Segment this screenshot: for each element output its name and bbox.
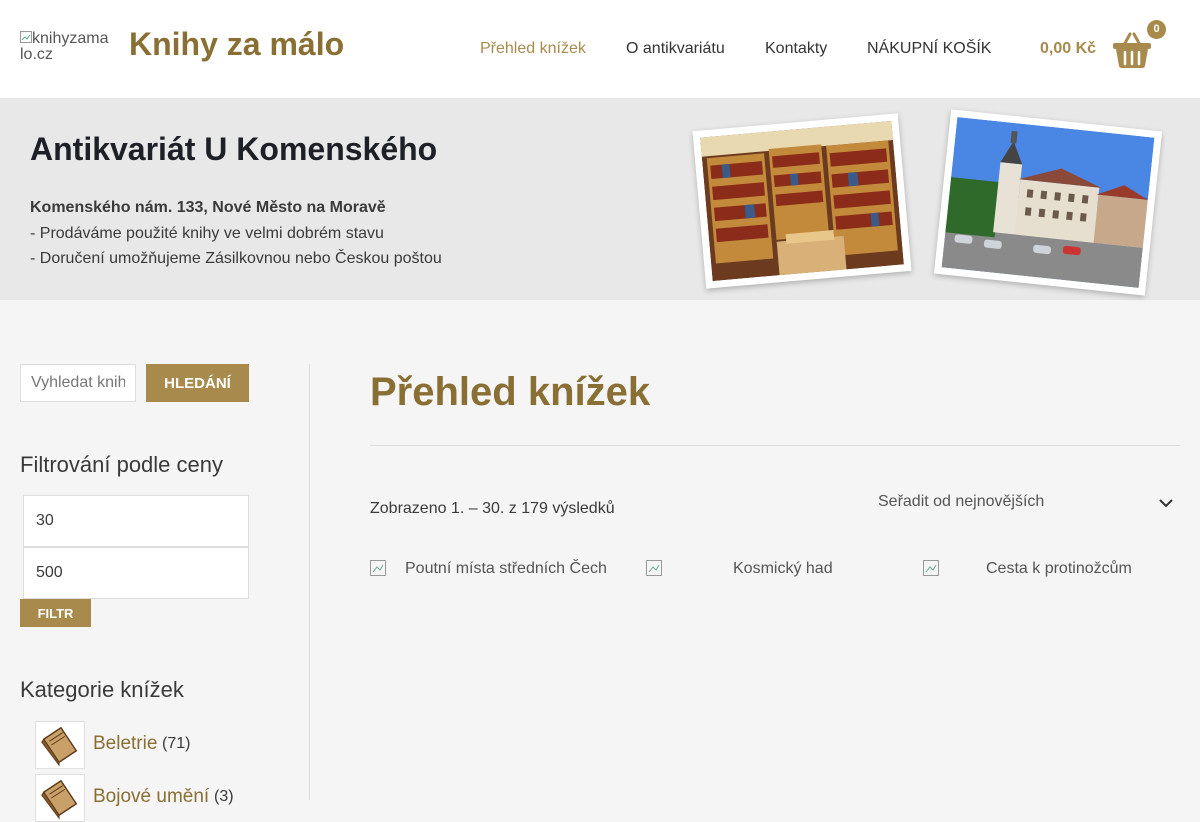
category-link-fiction[interactable]: Beletrie [93, 733, 157, 755]
nav-item-contacts[interactable]: Kontakty [765, 40, 827, 58]
title-divider [370, 445, 1180, 446]
price-filter-button[interactable]: FILTR [20, 599, 91, 627]
broken-image-icon [923, 560, 939, 576]
banner-line-delivery: - Doručení umožňujeme Zásilkovnou nebo Č… [30, 250, 442, 267]
shopping-basket-icon[interactable] [1110, 28, 1154, 72]
category-thumbnail[interactable] [35, 774, 85, 822]
product-image-alt: Kosmický had [733, 560, 833, 577]
page-title: Přehled knížek [370, 370, 651, 414]
search-button[interactable]: HLEDÁNÍ [146, 364, 249, 402]
banner-line-selling: - Prodáváme použité knihy ve velmi dobré… [30, 225, 384, 242]
price-max-field[interactable]: 500 [23, 547, 249, 599]
nav-item-book-overview[interactable]: Přehled knížek [480, 40, 586, 58]
cart-total[interactable]: 0,00 Kč [1040, 40, 1096, 58]
broken-image-icon [370, 560, 386, 576]
categories-title: Kategorie knížek [20, 677, 184, 702]
cart-count-badge: 0 [1147, 20, 1166, 39]
sort-select[interactable]: Seřadit od nejnovějších [878, 493, 1178, 513]
category-count: (3) [214, 788, 234, 805]
site-header: knihyzamalo.cz Knihy za málo Přehled kní… [0, 0, 1200, 99]
price-min-field[interactable]: 30 [23, 495, 249, 547]
product-card[interactable]: Kosmický had [646, 560, 833, 578]
category-thumbnail[interactable] [35, 721, 85, 769]
sidebar-divider [309, 364, 310, 800]
product-card[interactable]: Poutní místa středních Čech [370, 560, 607, 578]
town-square-photo [933, 109, 1163, 296]
bookshop-interior-photo [692, 113, 912, 289]
broken-image-icon [646, 560, 662, 576]
product-image-alt: Cesta k protinožcům [986, 560, 1132, 577]
product-card[interactable]: Cesta k protinožcům [923, 560, 1132, 578]
site-title[interactable]: Knihy za málo [129, 26, 344, 63]
site-logo-alt-text: knihyzamalo.cz [20, 30, 109, 63]
site-logo[interactable]: knihyzamalo.cz [20, 31, 110, 63]
banner-address: Komenského nám. 133, Nové Město na Morav… [30, 199, 386, 216]
search-input[interactable] [20, 364, 136, 402]
book-icon [41, 779, 78, 820]
category-count: (71) [162, 735, 191, 752]
nav-item-about[interactable]: O antikvariátu [626, 40, 725, 58]
category-link-martial-arts[interactable]: Bojové umění [93, 786, 209, 808]
broken-image-icon [20, 31, 32, 43]
product-image-alt: Poutní místa středních Čech [405, 560, 607, 577]
result-count: Zobrazeno 1. – 30. z 179 výsledků [370, 500, 615, 517]
nav-item-cart[interactable]: NÁKUPNÍ KOŠÍK [867, 40, 991, 58]
chevron-down-icon[interactable] [1158, 497, 1174, 509]
price-filter-title: Filtrování podle ceny [20, 452, 223, 477]
book-icon [41, 726, 78, 767]
banner-title: Antikvariát U Komenského [30, 131, 438, 167]
